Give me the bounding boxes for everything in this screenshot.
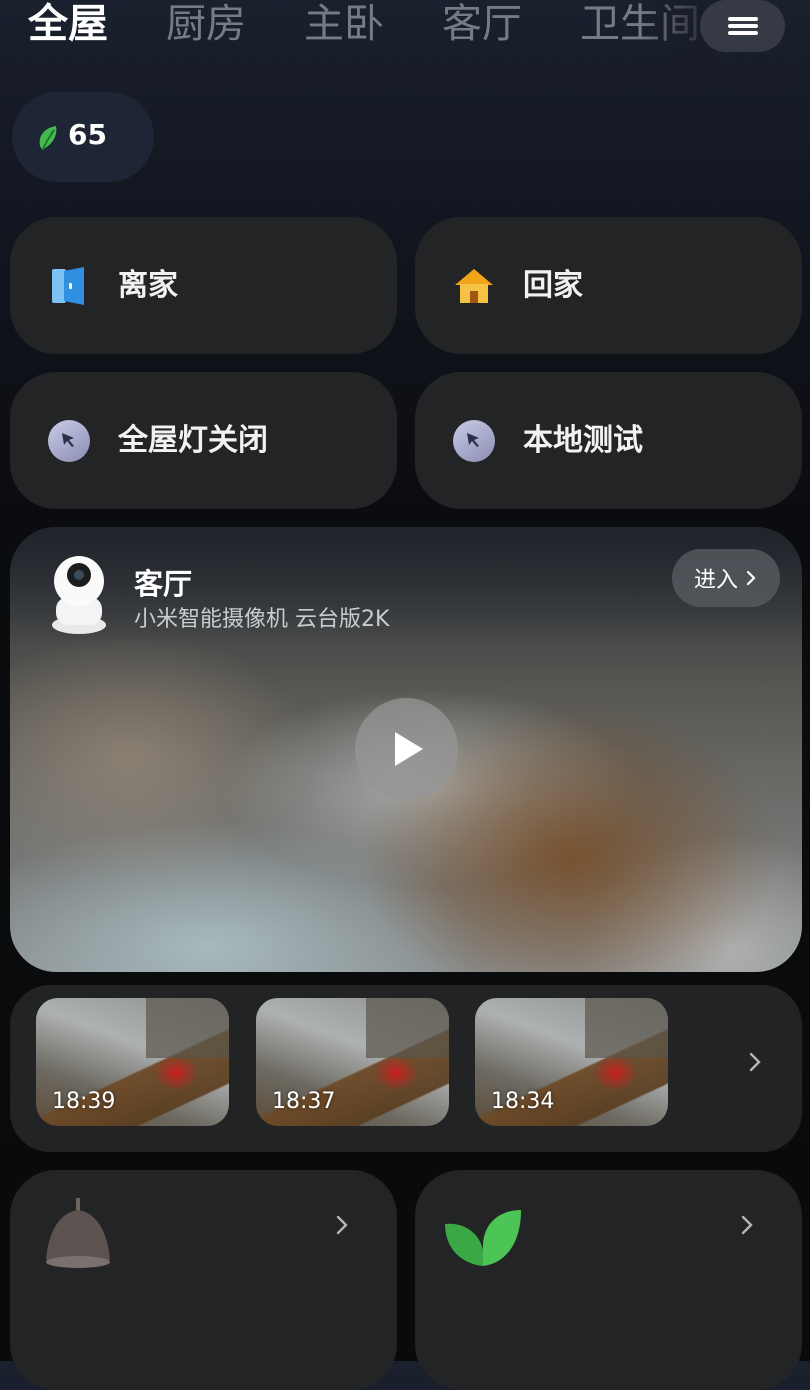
lamp-device-card[interactable] <box>10 1170 397 1390</box>
recording-thumbnail[interactable]: 18:37 <box>256 998 449 1126</box>
camera-device-name: 小米智能摄像机 云台版2K <box>134 607 390 632</box>
plant-device-card[interactable] <box>415 1170 802 1390</box>
recording-time: 18:37 <box>272 1089 336 1114</box>
environment-score-value: 65 <box>68 118 107 151</box>
scene-label: 回家 <box>523 268 583 303</box>
room-tabs: 全屋 厨房 主卧 客厅 卫生间 <box>0 0 810 60</box>
camera-room-name: 客厅 <box>134 567 193 601</box>
chevron-right-icon <box>746 570 756 586</box>
scene-come-home[interactable]: 回家 <box>415 217 802 354</box>
recording-thumbnail[interactable]: 18:34 <box>475 998 668 1126</box>
pendant-lamp-icon <box>46 1198 110 1268</box>
camera-device-icon <box>52 556 106 634</box>
cursor-tap-icon <box>453 420 495 462</box>
camera-card[interactable]: 客厅 小米智能摄像机 云台版2K 进入 <box>10 527 802 972</box>
scene-all-lights-off[interactable]: 全屋灯关闭 <box>10 372 397 509</box>
recording-time: 18:39 <box>52 1089 116 1114</box>
enter-label: 进入 <box>693 568 738 593</box>
hamburger-menu-icon <box>727 14 758 38</box>
scene-label: 全屋灯关闭 <box>118 423 268 458</box>
chevron-right-icon[interactable] <box>335 1212 349 1238</box>
thumbnail-scene <box>585 998 668 1058</box>
house-icon <box>455 269 493 303</box>
tab-whole-house[interactable]: 全屋 <box>28 2 108 46</box>
cursor-tap-icon <box>48 420 90 462</box>
tab-kitchen[interactable]: 厨房 <box>166 2 246 46</box>
scene-leave-home[interactable]: 离家 <box>10 217 397 354</box>
scene-label: 本地测试 <box>523 423 643 458</box>
recording-time: 18:34 <box>491 1089 555 1114</box>
thumbnail-scene <box>146 998 229 1058</box>
door-icon <box>52 267 84 305</box>
thumbnail-scene <box>366 998 449 1058</box>
scene-local-test[interactable]: 本地测试 <box>415 372 802 509</box>
tab-living-room[interactable]: 客厅 <box>442 2 522 46</box>
recording-thumbnail[interactable]: 18:39 <box>36 998 229 1126</box>
menu-button[interactable] <box>700 0 785 52</box>
recordings-strip: 18:39 18:37 18:34 <box>10 985 802 1152</box>
tab-master-bedroom[interactable]: 主卧 <box>304 2 384 46</box>
leaf-icon <box>39 126 57 150</box>
green-leaf-icon <box>445 1210 521 1266</box>
scene-label: 离家 <box>118 268 178 303</box>
play-icon <box>395 732 423 766</box>
chevron-right-icon[interactable] <box>740 1212 754 1238</box>
play-button[interactable] <box>355 698 458 801</box>
chevron-right-icon[interactable] <box>748 1049 762 1075</box>
enter-camera-button[interactable]: 进入 <box>672 549 780 607</box>
